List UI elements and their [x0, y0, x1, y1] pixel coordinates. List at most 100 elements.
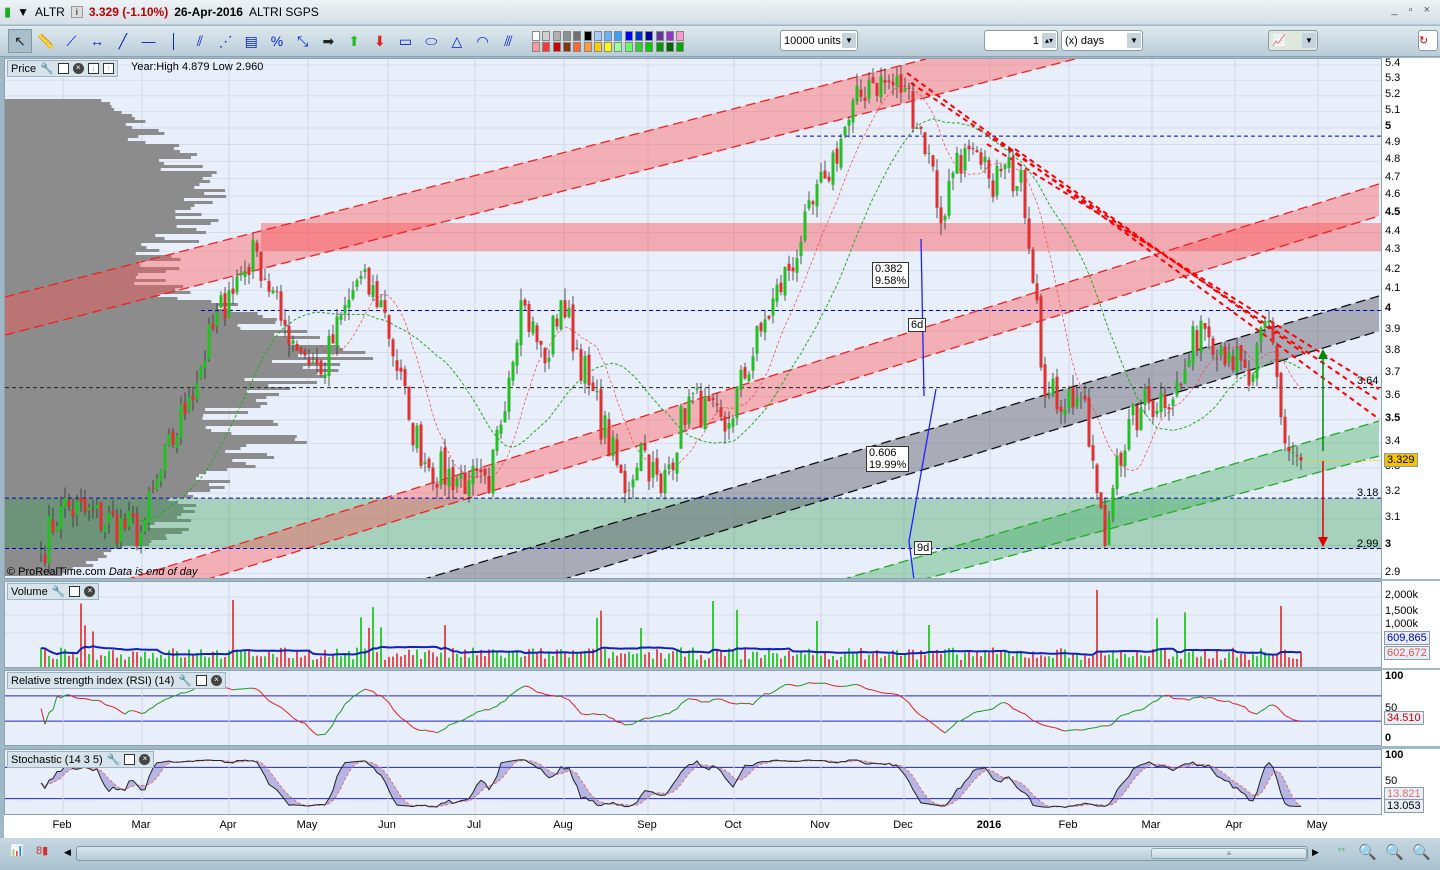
price-chart[interactable] [5, 59, 1382, 579]
segment-tool[interactable]: ⟋ [59, 29, 83, 53]
color-swatch[interactable] [562, 42, 571, 52]
point-to-point-tool[interactable]: ⤡ [291, 29, 315, 53]
close-icon[interactable]: × [139, 754, 151, 765]
color-swatch[interactable] [542, 42, 551, 52]
color-swatch[interactable] [676, 31, 685, 41]
candle-body [663, 469, 667, 494]
percent-level-tool[interactable]: % [265, 29, 289, 53]
window-icon[interactable] [124, 754, 136, 765]
scrollbar-thumb[interactable]: ≡ [1151, 848, 1307, 859]
up-arrow-tool[interactable]: ⬆ [342, 29, 366, 53]
stochastic-panel[interactable]: Stochastic (14 3 5) 🔧 × [4, 749, 1382, 815]
wrench-icon[interactable]: 🔧 [107, 753, 121, 766]
channel-tool[interactable]: ⫽ [188, 29, 212, 53]
arrow-tool[interactable]: ➡ [316, 29, 340, 53]
fit-icon[interactable]: ⇔ [1336, 843, 1347, 855]
color-swatch[interactable] [532, 31, 540, 41]
color-swatch[interactable] [645, 31, 654, 41]
volume-profile-bar [5, 354, 299, 357]
rectangle-tool[interactable]: ▭ [394, 29, 418, 53]
color-swatch[interactable] [593, 42, 602, 52]
rsi-line [444, 724, 450, 730]
color-swatch[interactable] [665, 42, 674, 52]
line-tool[interactable]: ╱ [111, 29, 135, 53]
scroll-left-icon[interactable]: ◀ [64, 847, 71, 858]
color-swatch[interactable] [665, 31, 674, 41]
arc-tool[interactable]: ◠ [471, 29, 495, 53]
rsi-panel[interactable]: Relative strength index (RSI) (14) 🔧 × [4, 670, 1382, 746]
color-swatch[interactable] [604, 42, 613, 52]
price-axis[interactable]: 3.329 5.4 5.3 5.2 5.1 5 4.9 4.8 4.7 4.6 4.5 4.4 4.3… [1382, 57, 1440, 579]
color-swatch[interactable] [635, 31, 643, 41]
wrench-icon[interactable]: 🔧 [40, 62, 54, 75]
triangle-tool[interactable]: △ [445, 29, 469, 53]
color-swatch[interactable] [542, 31, 551, 41]
vertical-line-tool[interactable]: │ [162, 29, 186, 53]
ruler-tool[interactable]: 📏 [34, 29, 58, 53]
color-swatch[interactable] [552, 42, 561, 52]
move-up-icon[interactable]: ↑ [102, 63, 114, 74]
color-swatch[interactable] [604, 31, 613, 41]
close-icon[interactable]: × [84, 586, 96, 597]
ellipse-tool[interactable]: ⬭ [419, 29, 443, 53]
symbol-dropdown-icon[interactable]: ▼ [17, 5, 29, 19]
close-icon[interactable]: × [210, 675, 222, 686]
symbol[interactable]: ALTR [35, 5, 65, 19]
color-swatch[interactable] [635, 42, 643, 52]
period-input[interactable]: 1 ▴▾ [984, 30, 1058, 51]
down-arrow-tool[interactable]: ⬇ [368, 29, 392, 53]
color-swatch[interactable] [624, 42, 633, 52]
parallel-lines-tool[interactable]: ⫻ [496, 29, 520, 53]
info-icon[interactable]: i [70, 6, 83, 18]
period-unit-select[interactable]: (x) days ▼ [1061, 30, 1143, 51]
chart-type-icon[interactable]: 📊 [10, 844, 24, 857]
scroll-right-icon[interactable]: ▶ [1312, 847, 1319, 858]
pointer-tool[interactable]: ↖ [8, 29, 32, 53]
horizontal-segment-tool[interactable]: ↔ [85, 29, 109, 53]
zoom-in-icon[interactable]: 🔍 [1412, 843, 1431, 861]
date-axis[interactable]: Feb Mar Apr May Jun Jul Aug Sep Oct Nov Dec 2016 Feb… [4, 815, 1440, 838]
zoom-vertical-icon[interactable]: 🔍 [1358, 843, 1377, 861]
color-swatch[interactable] [655, 42, 664, 52]
color-swatch[interactable] [562, 31, 571, 41]
candle-body [555, 318, 559, 327]
color-swatch[interactable] [614, 42, 623, 52]
zoom-out-icon[interactable]: 🔍 [1385, 843, 1404, 861]
color-swatch[interactable] [593, 31, 602, 41]
volume-panel[interactable]: Volume 🔧 × [4, 581, 1382, 668]
color-swatch[interactable] [532, 42, 540, 52]
window-icon[interactable] [57, 63, 69, 74]
color-swatch[interactable] [614, 31, 623, 41]
color-swatch[interactable] [655, 31, 664, 41]
fan-tool[interactable]: ⋰ [214, 29, 238, 53]
stepper-icon[interactable]: ▴▾ [1042, 33, 1056, 48]
color-swatch[interactable] [583, 42, 592, 52]
chevron-down-icon[interactable]: ▼ [842, 33, 856, 48]
window-controls[interactable]: _ ▫ × [1391, 4, 1434, 16]
window-icon[interactable] [195, 675, 207, 686]
wrench-icon[interactable]: 🔧 [52, 585, 66, 598]
fibonacci-tool[interactable]: ▤ [239, 29, 263, 53]
color-swatch[interactable] [645, 42, 654, 52]
color-swatch[interactable] [573, 42, 582, 52]
color-swatch[interactable] [583, 31, 592, 41]
horizontal-line-tool[interactable]: — [137, 29, 161, 53]
wrench-icon[interactable]: 🔧 [178, 674, 192, 687]
price-panel[interactable]: Price 🔧 × ↓ ↑ Year:High 4.879 Low 2.960 … [4, 58, 1382, 579]
chevron-down-icon[interactable]: ▼ [1127, 33, 1141, 48]
sync-button[interactable]: ↻ [1418, 30, 1438, 51]
chevron-down-icon[interactable]: ▼ [1302, 33, 1316, 48]
indicators-button[interactable]: 📈 ▼ [1268, 30, 1318, 51]
color-swatch[interactable] [552, 31, 561, 41]
units-select[interactable]: 10000 units ▼ [780, 30, 858, 51]
close-icon[interactable]: × [72, 63, 84, 74]
color-swatch[interactable] [573, 31, 582, 41]
rsi-line [1124, 712, 1130, 716]
horizontal-scrollbar[interactable]: ≡ [76, 846, 1308, 861]
color-swatch[interactable] [676, 42, 685, 52]
window-icon[interactable] [69, 586, 81, 597]
move-down-icon[interactable]: ↓ [87, 63, 99, 74]
volume-bar [740, 659, 742, 667]
candle-style-icon[interactable]: 8▮ [36, 844, 48, 857]
color-swatch[interactable] [624, 31, 633, 41]
